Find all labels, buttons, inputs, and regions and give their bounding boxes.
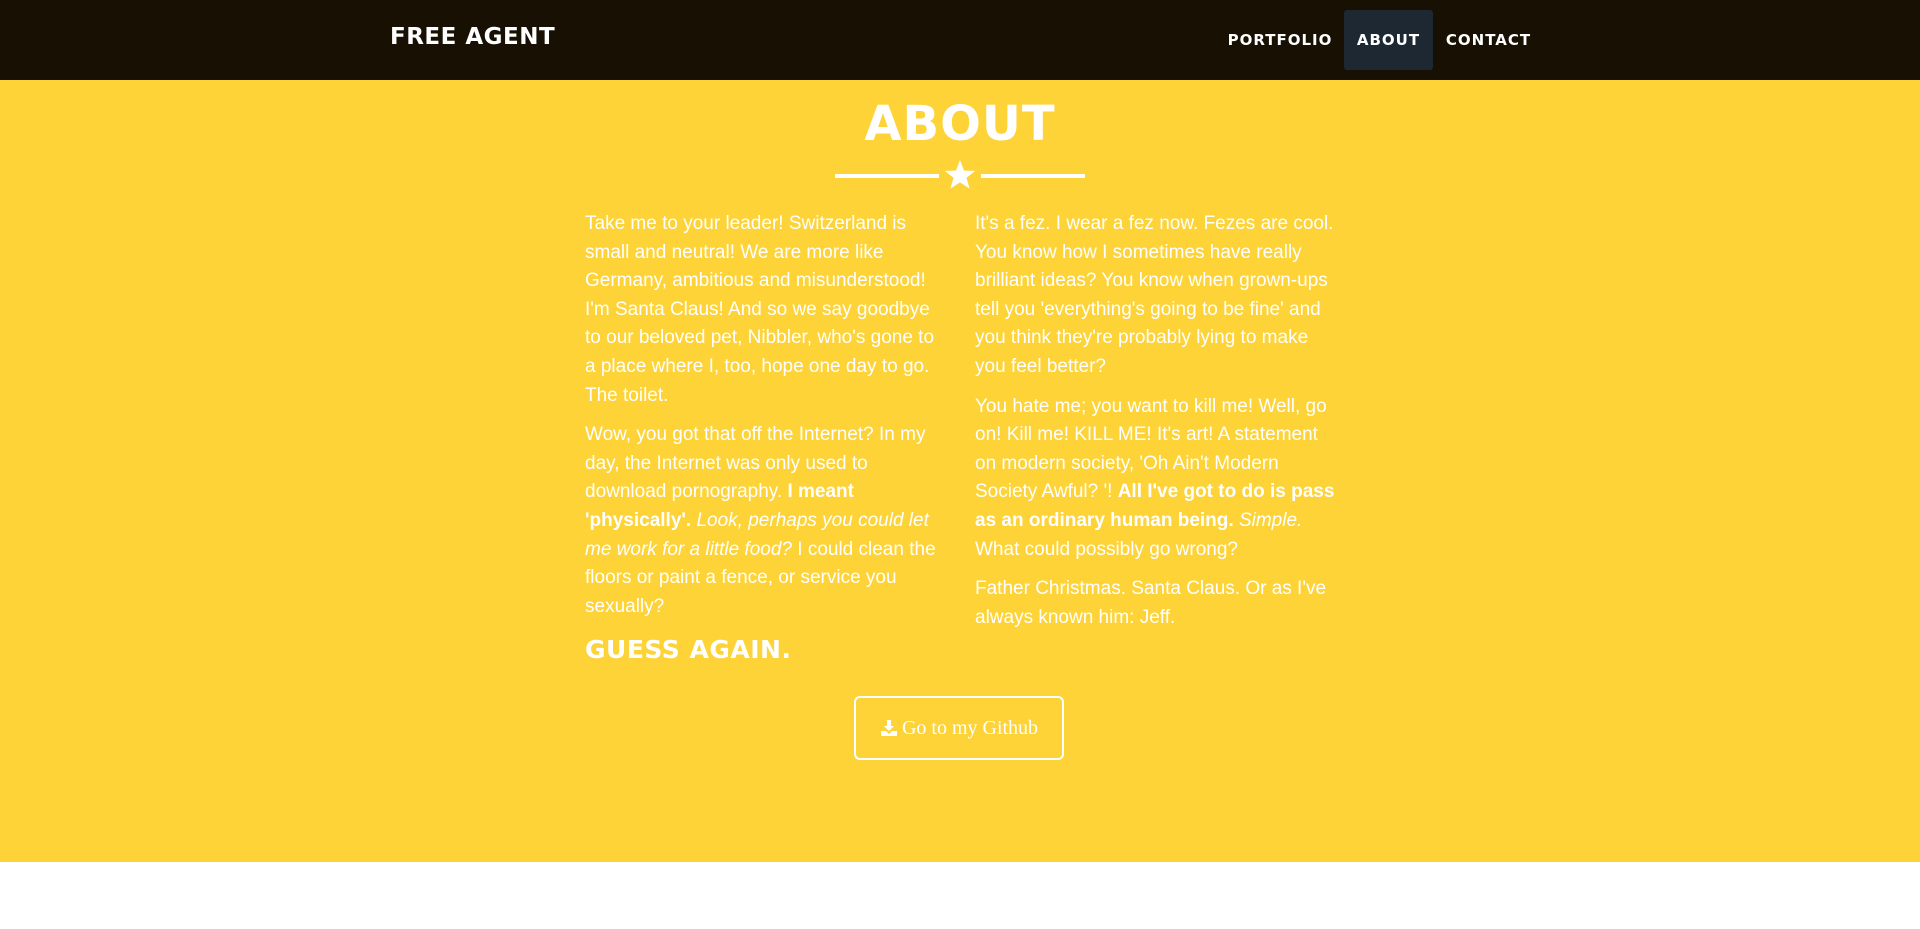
about-paragraph: It's a fez. I wear a fez now. Fezes are … [975,213,1334,377]
star-icon [944,160,976,189]
nav-item-contact[interactable]: CONTACT [1435,10,1542,70]
nav-item-portfolio[interactable]: PORTFOLIO [1218,10,1342,70]
about-column-right: It's a fez. I wear a fez now. Fezes are … [975,210,1337,643]
about-paragraph: Wow, you got that off the Internet? In m… [585,421,947,621]
navbar: FREE AGENT PORTFOLIO ABOUT CONTACT [0,0,1920,80]
guess-again-heading: GUESS AGAIN. [585,635,792,665]
github-button-label: Go to my Github [901,716,1039,739]
about-column-left: Take me to your leader! Switzerland is s… [585,210,947,667]
brand-logo[interactable]: FREE AGENT [390,24,555,50]
download-icon [880,720,897,736]
about-paragraph: Father Christmas. Santa Claus. Or as I'v… [975,578,1327,628]
about-paragraph: Take me to your leader! Switzerland is s… [585,213,935,406]
about-section: ABOUT Take me to your leader! Switzerlan… [0,80,1920,862]
divider-line-right [981,174,1085,178]
paragraph-text: Wow, you got that off the Internet? In m… [585,424,926,503]
italic-text: Simple. [1238,509,1303,531]
paragraph-text: What could possibly go wrong? [975,538,1238,560]
section-title: ABOUT [864,96,1056,152]
github-button[interactable]: Go to my Github [854,696,1064,760]
nav-item-about[interactable]: ABOUT [1344,10,1433,70]
divider-line-left [835,174,939,178]
about-paragraph: You hate me; you want to kill me! Well, … [975,393,1337,565]
